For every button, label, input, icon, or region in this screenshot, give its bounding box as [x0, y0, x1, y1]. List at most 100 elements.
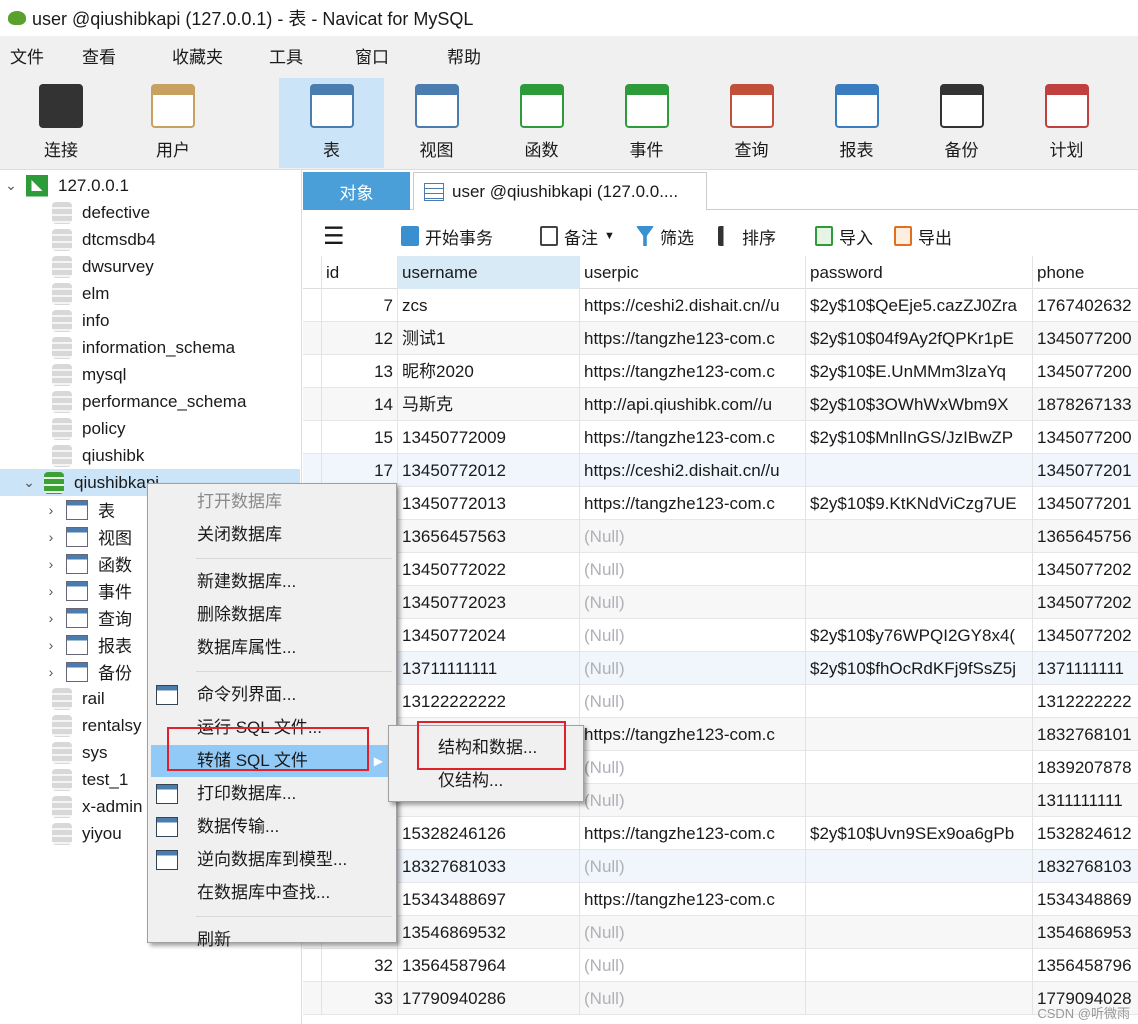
cell-phone[interactable]: 1345077202	[1033, 619, 1138, 652]
cell-userpic[interactable]: https://tangzhe123-com.c	[580, 883, 806, 916]
menu-4[interactable]: 窗口	[345, 43, 407, 68]
table-row[interactable]: 18327681033 (Null) 1832768103	[303, 850, 1138, 883]
menu-5[interactable]: 帮助	[437, 43, 499, 68]
table-row[interactable]: 13546869532 (Null) 1354686953	[303, 916, 1138, 949]
cell-phone[interactable]: 1345077201	[1033, 487, 1138, 520]
cell-phone[interactable]: 1832768101	[1033, 718, 1138, 751]
table-row[interactable]: 14 马斯克 http://api.qiushibk.com//u $2y$10$3O…	[303, 388, 1138, 421]
cell-userpic[interactable]: https://ceshi2.dishait.cn//u	[580, 289, 806, 322]
cell-username[interactable]: 昵称2020	[398, 355, 580, 388]
cell-phone[interactable]: 1345077202	[1033, 553, 1138, 586]
cell-password[interactable]	[806, 850, 1033, 883]
chevron-right-icon[interactable]: ›	[44, 502, 58, 518]
cell-userpic[interactable]: https://ceshi2.dishait.cn//u	[580, 454, 806, 487]
column-header-password[interactable]: password	[806, 256, 1033, 289]
table-row[interactable]: 15328246126 https://tangzhe123-com.c $2y$1…	[303, 817, 1138, 850]
database-node[interactable]: qiushibk	[0, 442, 300, 469]
begin-transaction-button[interactable]: 开始事务	[401, 224, 493, 249]
sort-button[interactable]: 排序	[718, 224, 776, 249]
row-selector[interactable]	[303, 388, 322, 421]
cell-username[interactable]: 13450772022	[398, 553, 580, 586]
database-node[interactable]: policy	[0, 415, 300, 442]
cell-username[interactable]: 13122222222	[398, 685, 580, 718]
cell-id[interactable]: 14	[322, 388, 398, 421]
cell-username[interactable]: 13450772023	[398, 586, 580, 619]
context-menu-item[interactable]: 刷新	[148, 924, 396, 956]
table-row[interactable]: 13656457563 (Null) 1365645756	[303, 520, 1138, 553]
table-row[interactable]: 13122222222 (Null) 1312222222	[303, 685, 1138, 718]
table-row[interactable]: 13450772023 (Null) 1345077202	[303, 586, 1138, 619]
export-button[interactable]: 导出	[894, 224, 952, 249]
cell-id[interactable]: 33	[322, 982, 398, 1015]
cell-username[interactable]: zcs	[398, 289, 580, 322]
table-row[interactable]: 32 13564587964 (Null) 1356458796	[303, 949, 1138, 982]
toolbar-table-button[interactable]: 表	[279, 78, 384, 168]
cell-username[interactable]: 13450772013	[398, 487, 580, 520]
database-node[interactable]: mysql	[0, 361, 300, 388]
cell-phone[interactable]: 1532824612	[1033, 817, 1138, 850]
cell-password[interactable]	[806, 553, 1033, 586]
database-node[interactable]: information_schema	[0, 334, 300, 361]
table-row[interactable]: 15 13450772009 https://tangzhe123-com.c $2y…	[303, 421, 1138, 454]
context-menu-item[interactable]: 关闭数据库	[148, 519, 396, 551]
cell-id[interactable]: 12	[322, 322, 398, 355]
cell-username[interactable]: 17790940286	[398, 982, 580, 1015]
chevron-right-icon[interactable]: ›	[44, 556, 58, 572]
cell-userpic[interactable]: (Null)	[580, 685, 806, 718]
row-selector[interactable]	[303, 322, 322, 355]
cell-userpic[interactable]: (Null)	[580, 982, 806, 1015]
context-menu-item[interactable]: 数据传输...	[148, 811, 396, 843]
toolbar-function-button[interactable]: 函数	[489, 78, 594, 168]
cell-username[interactable]: 13711111111	[398, 652, 580, 685]
cell-password[interactable]	[806, 949, 1033, 982]
toolbar-event-button[interactable]: 事件	[594, 78, 699, 168]
chevron-right-icon[interactable]: ›	[44, 637, 58, 653]
context-menu-item[interactable]: 打印数据库...	[148, 778, 396, 810]
cell-password[interactable]	[806, 454, 1033, 487]
table-row[interactable]: 13 昵称2020 https://tangzhe123-com.c $2y$10$E…	[303, 355, 1138, 388]
table-row[interactable]: 13450772013 https://tangzhe123-com.c $2y$1…	[303, 487, 1138, 520]
cell-username[interactable]: 测试1	[398, 322, 580, 355]
cell-password[interactable]	[806, 520, 1033, 553]
chevron-right-icon[interactable]: ›	[44, 610, 58, 626]
database-node[interactable]: info	[0, 307, 300, 334]
cell-phone[interactable]: 1345077202	[1033, 586, 1138, 619]
cell-password[interactable]	[806, 982, 1033, 1015]
cell-id[interactable]: 15	[322, 421, 398, 454]
cell-userpic[interactable]: (Null)	[580, 553, 806, 586]
tab-objects[interactable]: 对象	[303, 172, 410, 210]
toolbar-backup-button[interactable]: 备份	[909, 78, 1014, 168]
row-selector[interactable]	[303, 289, 322, 322]
table-row[interactable]: 12 测试1 https://tangzhe123-com.c $2y$10$04f9…	[303, 322, 1138, 355]
row-selector[interactable]	[303, 355, 322, 388]
chevron-down-icon[interactable]: ⌄	[22, 474, 36, 491]
connection-node[interactable]: ⌄ 127.0.0.1	[0, 172, 300, 199]
cell-password[interactable]: $2y$10$Uvn9SEx9oa6gPb	[806, 817, 1033, 850]
tab-user-table[interactable]: user @qiushibkapi (127.0.0....	[413, 172, 707, 210]
cell-password[interactable]: $2y$10$fhOcRdKFj9fSsZ5j	[806, 652, 1033, 685]
cell-userpic[interactable]: (Null)	[580, 751, 806, 784]
cell-phone[interactable]: 1878267133	[1033, 388, 1138, 421]
menu-3[interactable]: 工具	[259, 43, 321, 68]
chevron-down-icon[interactable]: ⌄	[4, 177, 18, 194]
chevron-right-icon[interactable]: ›	[44, 583, 58, 599]
cell-phone[interactable]: 1345077201	[1033, 454, 1138, 487]
toolbar-schedule-button[interactable]: 计划	[1014, 78, 1119, 168]
cell-password[interactable]	[806, 916, 1033, 949]
toolbar-report-button[interactable]: 报表	[804, 78, 909, 168]
cell-username[interactable]: 15343488697	[398, 883, 580, 916]
table-row[interactable]: 7 zcs https://ceshi2.dishait.cn//u $2y$10$Q…	[303, 289, 1138, 322]
cell-password[interactable]	[806, 751, 1033, 784]
cell-userpic[interactable]: (Null)	[580, 652, 806, 685]
chevron-right-icon[interactable]: ›	[44, 664, 58, 680]
cell-phone[interactable]: 1371111111	[1033, 652, 1138, 685]
menu-0[interactable]: 文件	[0, 43, 62, 68]
cell-phone[interactable]: 1312222222	[1033, 685, 1138, 718]
table-row[interactable]: 15343488697 https://tangzhe123-com.c 15343…	[303, 883, 1138, 916]
cell-username[interactable]: 18327681033	[398, 850, 580, 883]
cell-phone[interactable]: 1345077200	[1033, 421, 1138, 454]
cell-userpic[interactable]: (Null)	[580, 949, 806, 982]
database-node[interactable]: dtcmsdb4	[0, 226, 300, 253]
cell-username[interactable]: 13546869532	[398, 916, 580, 949]
table-row[interactable]: 33 17790940286 (Null) 1779094028	[303, 982, 1138, 1015]
